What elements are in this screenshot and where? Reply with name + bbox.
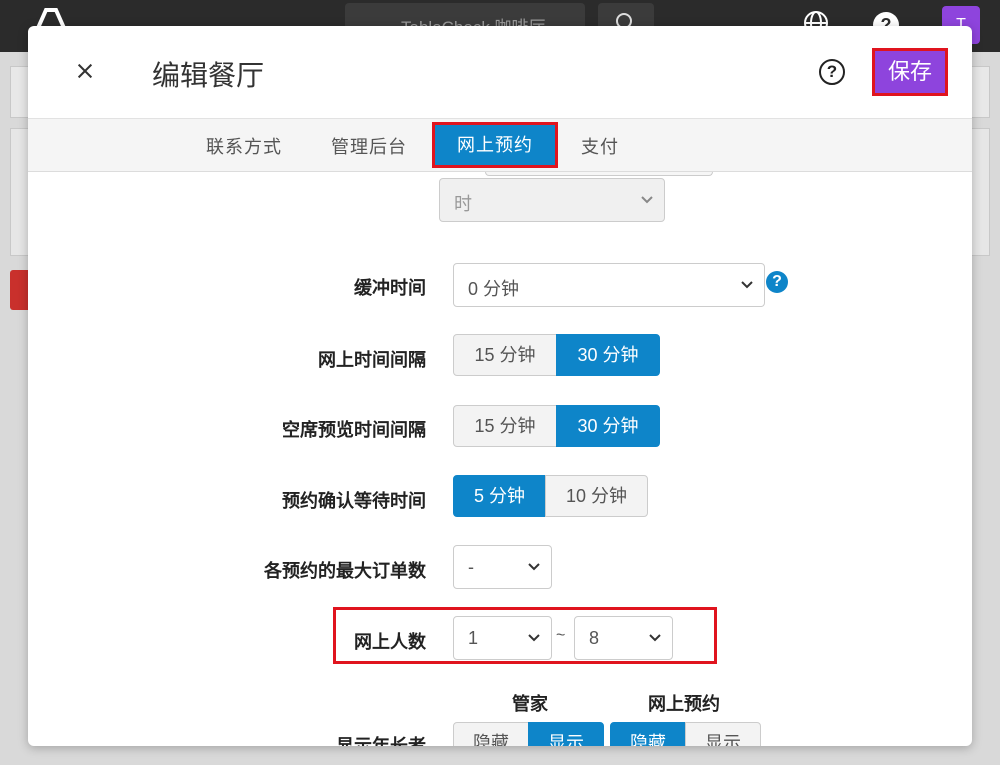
online-interval-toggle: 15 分钟 30 分钟 bbox=[453, 334, 660, 376]
tab-admin[interactable]: 管理后台 bbox=[331, 133, 407, 159]
online-interval-30[interactable]: 30 分钟 bbox=[556, 334, 660, 376]
edit-restaurant-modal: 编辑餐厅 ? 保存 联系方式 管理后台 网上预约 支付 时 缓冲时间 0 分钟 … bbox=[28, 26, 972, 746]
party-min-select[interactable]: 1 bbox=[453, 616, 552, 660]
max-orders-label: 各预约的最大订单数 bbox=[264, 561, 426, 581]
elderly-manager-show[interactable]: 显示 bbox=[528, 722, 604, 746]
unit-select[interactable]: 时 bbox=[439, 178, 665, 222]
online-interval-15[interactable]: 15 分钟 bbox=[453, 334, 557, 376]
party-max-select[interactable]: 8 bbox=[574, 616, 673, 660]
party-max-value: 8 bbox=[589, 628, 600, 648]
close-icon[interactable] bbox=[72, 58, 98, 84]
confirm-wait-toggle: 5 分钟 10 分钟 bbox=[453, 475, 648, 517]
party-min-value: 1 bbox=[468, 628, 479, 648]
chevron-down-icon bbox=[528, 563, 540, 571]
tab-bar: 联系方式 管理后台 网上预约 支付 bbox=[28, 118, 972, 172]
show-elderly-label: 显示年长者 bbox=[336, 736, 426, 746]
confirm-wait-10[interactable]: 10 分钟 bbox=[545, 475, 648, 517]
elderly-online-hide[interactable]: 隐藏 bbox=[610, 722, 686, 746]
online-interval-label: 网上时间间隔 bbox=[318, 350, 426, 370]
max-orders-select[interactable]: - bbox=[453, 545, 552, 589]
range-separator: ~ bbox=[556, 627, 566, 644]
chevron-down-icon bbox=[649, 634, 661, 642]
confirm-wait-5[interactable]: 5 分钟 bbox=[453, 475, 546, 517]
online-booking-form: 时 缓冲时间 0 分钟 ? 网上时间间隔 15 分钟 30 分钟 空席预览时间间… bbox=[28, 172, 972, 746]
info-icon[interactable]: ? bbox=[766, 271, 788, 293]
vacancy-interval-toggle: 15 分钟 30 分钟 bbox=[453, 405, 660, 447]
unit-select-value: 时 bbox=[454, 194, 472, 214]
vacancy-interval-15[interactable]: 15 分钟 bbox=[453, 405, 557, 447]
elderly-online-show[interactable]: 显示 bbox=[685, 722, 761, 746]
chevron-down-icon bbox=[528, 634, 540, 642]
column-manager: 管家 bbox=[512, 694, 548, 714]
tab-online-booking[interactable]: 网上预约 bbox=[432, 122, 558, 168]
partial-select-above[interactable] bbox=[485, 172, 713, 176]
modal-header: 编辑餐厅 ? 保存 bbox=[28, 26, 972, 118]
chevron-down-icon bbox=[741, 281, 753, 289]
buffer-time-value: 0 分钟 bbox=[468, 279, 520, 299]
vacancy-interval-label: 空席预览时间间隔 bbox=[282, 420, 426, 440]
tab-contact[interactable]: 联系方式 bbox=[206, 133, 282, 159]
elderly-manager-toggle: 隐藏 显示 bbox=[453, 722, 604, 746]
help-button[interactable]: ? bbox=[819, 59, 845, 85]
elderly-manager-hide[interactable]: 隐藏 bbox=[453, 722, 529, 746]
max-orders-value: - bbox=[468, 557, 474, 577]
elderly-online-toggle: 隐藏 显示 bbox=[610, 722, 761, 746]
vacancy-interval-30[interactable]: 30 分钟 bbox=[556, 405, 660, 447]
modal-title: 编辑餐厅 bbox=[152, 60, 265, 91]
buffer-time-select[interactable]: 0 分钟 bbox=[453, 263, 765, 307]
confirm-wait-label: 预约确认等待时间 bbox=[282, 491, 426, 511]
column-online: 网上预约 bbox=[648, 694, 720, 714]
party-size-label: 网上人数 bbox=[354, 632, 426, 652]
save-button[interactable]: 保存 bbox=[872, 48, 948, 96]
chevron-down-icon bbox=[641, 196, 653, 204]
buffer-time-label: 缓冲时间 bbox=[354, 278, 426, 298]
tab-payment[interactable]: 支付 bbox=[581, 133, 619, 159]
